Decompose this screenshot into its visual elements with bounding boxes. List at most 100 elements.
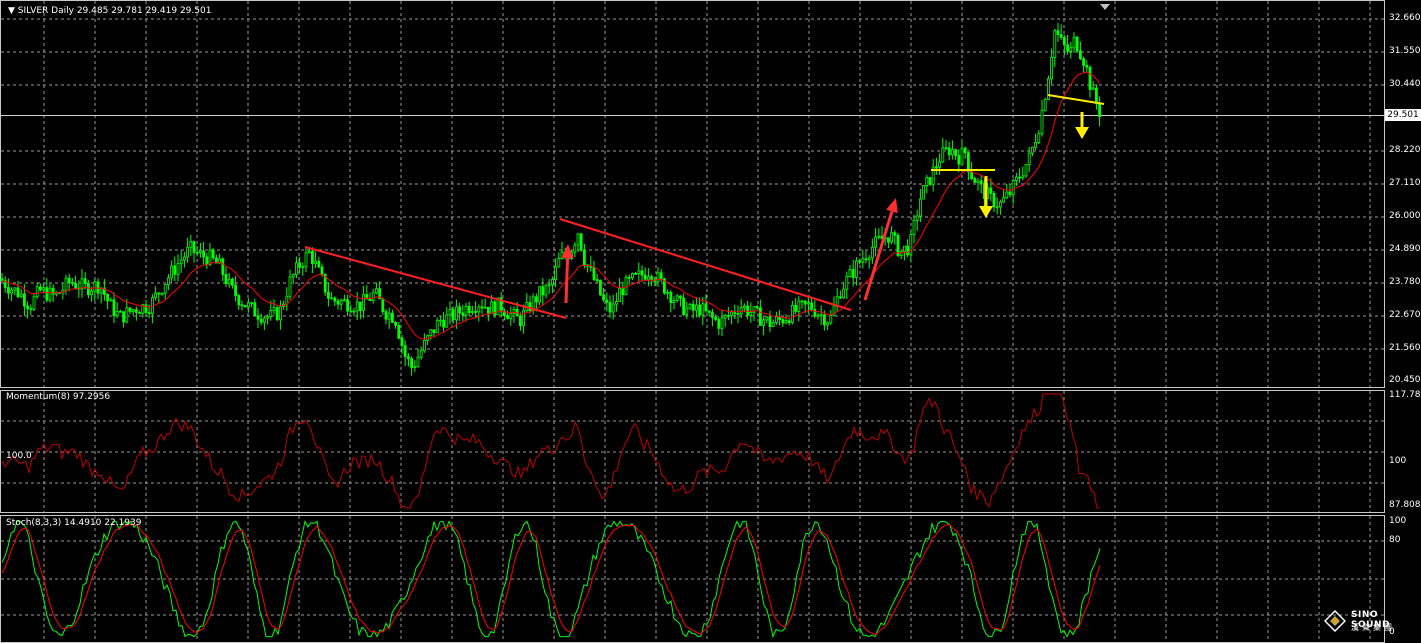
price-candle-body [605,299,609,303]
stochastic-pane[interactable]: Stoch(8,3,3) 14.4910 22.1939 100 80 0 [0,515,1421,643]
price-candle-body [240,304,244,307]
stochastic-chart[interactable] [0,515,1421,643]
price-candle-body [166,277,170,285]
price-candle-body [947,147,951,156]
price-candle-body [1085,64,1089,68]
price-candle-body [672,300,676,303]
price-candle-body [1027,152,1031,165]
price-candle-body [234,284,238,297]
price-candle-body [813,308,817,317]
price-candle-body [179,259,183,265]
price-candle-body [1063,37,1066,46]
price-candle-body [39,286,42,291]
price-candle-body [122,311,125,323]
price-candle-body [16,287,20,298]
price-candle-body [1088,66,1092,90]
price-candle-body [909,234,913,256]
price-candle-body [659,272,663,280]
price-candle-body [765,316,769,321]
price-candle-body [458,306,462,314]
price-candle-body [1011,179,1015,196]
price-candle-body [320,266,324,275]
price-candle-body [413,366,417,368]
price-chart[interactable] [0,0,1421,388]
price-candle-body [778,316,781,321]
price-candle-body [346,299,350,312]
momentum-level-label: 100.0 [6,451,32,461]
price-candle-body [922,185,925,200]
price-candle-body [448,309,452,316]
price-candle-body [432,329,436,334]
price-candle-body [419,350,423,358]
price-candle-body [202,250,206,258]
price-axis-tick: 32.660 [1389,13,1421,23]
price-candle-body [976,180,980,183]
timeframe: Daily [51,6,74,16]
price-candle-body [422,340,426,352]
price-candle-body [26,305,30,310]
price-candle-body [486,306,490,314]
price-candle-body [599,279,602,296]
price-candle-body [374,288,378,294]
price-candle-body [595,279,599,281]
triangle-down-icon[interactable]: ▼ [8,6,15,16]
price-candle-body [243,304,247,308]
price-candle-body [307,250,311,254]
price-candle-body [384,311,388,320]
price-candle-body [224,274,228,285]
price-candle-body [109,299,113,302]
price-candle-body [19,293,23,298]
price-candle-body [381,298,385,312]
price-candle-body [480,306,484,309]
price-candle-body [800,300,804,303]
price-candle-body [368,298,372,301]
price-candle-body [669,291,673,303]
price-candle-body [755,306,759,309]
price-candle-body [784,320,788,324]
price-candle-body [935,166,938,169]
price-candle-body [547,284,551,287]
price-candle-body [483,306,487,309]
price-candle-body [810,302,813,310]
price-candle-body [1043,98,1047,111]
price-candle-body [1037,133,1041,143]
price-candle-body [48,287,52,301]
price-candle-body [551,279,554,286]
price-candle-body [1069,47,1073,52]
high-price: 29.781 [111,6,143,16]
price-candle-body [519,315,522,327]
price-candle-body [125,307,129,323]
momentum-pane[interactable]: Momentum(8) 97.2956 100.0 117.783 100 87… [0,390,1421,513]
price-candle-body [298,262,302,268]
price-candle-body [730,311,733,317]
price-chart-pane[interactable]: ▼ SILVER Daily 29.485 29.781 29.419 29.5… [0,0,1421,388]
price-candle-body [442,319,446,328]
price-axis-tick: 24.890 [1389,244,1421,254]
price-candle-body [656,272,660,283]
price-candle-body [189,241,193,248]
price-candle-body [1072,36,1076,49]
price-candle-body [22,293,26,307]
price-candle-body [1066,44,1069,52]
price-candle-body [509,313,513,320]
price-candle-body [301,266,305,269]
price-candle-body [1095,87,1098,105]
price-candle-body [643,274,647,280]
price-candle-body [230,278,234,286]
momentum-chart[interactable] [0,390,1421,513]
price-candle-body [1098,103,1101,118]
price-candle-body [272,307,276,311]
price-candle-body [637,270,641,274]
price-candle-body [93,281,97,292]
price-candle-body [35,286,39,298]
momentum-axis-tick: 87.808 [1389,500,1421,510]
price-candle-body [67,277,71,283]
price-candle-body [928,177,932,185]
price-candle-body [1056,30,1060,35]
price-candle-body [435,320,439,334]
price-candle-body [912,220,916,235]
price-candle-body [579,233,583,251]
price-candle-body [611,303,615,313]
price-candle-body [739,307,743,315]
price-candle-body [336,300,340,305]
